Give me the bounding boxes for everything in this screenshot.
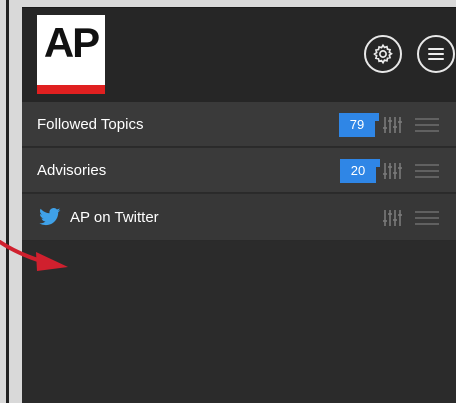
list-item-followed-topics[interactable]: Followed Topics 79 bbox=[22, 102, 456, 147]
count-badge: 79 bbox=[339, 113, 379, 137]
annotation-arrow-icon bbox=[0, 240, 68, 271]
count-value: 20 bbox=[350, 163, 366, 178]
drag-handle-icon[interactable] bbox=[415, 117, 439, 133]
logo-red-bar bbox=[37, 85, 105, 94]
row-label: AP on Twitter bbox=[70, 209, 159, 226]
filter-sliders-icon[interactable] bbox=[382, 162, 402, 180]
empty-content-area bbox=[22, 241, 456, 403]
list-item-advisories[interactable]: Advisories 20 bbox=[22, 148, 456, 193]
ap-sidebar-panel: AP Followed Topics 79 Advisories 20 AP o… bbox=[22, 7, 456, 403]
gear-icon bbox=[373, 43, 393, 65]
window-edge bbox=[6, 0, 9, 403]
settings-button[interactable] bbox=[364, 35, 402, 73]
list-item-ap-on-twitter[interactable]: AP on Twitter bbox=[22, 194, 456, 241]
hamburger-menu-icon bbox=[428, 48, 444, 60]
row-label: Followed Topics bbox=[37, 116, 144, 133]
menu-button[interactable] bbox=[417, 35, 455, 73]
filter-sliders-icon[interactable] bbox=[382, 209, 402, 227]
filter-sliders-icon[interactable] bbox=[382, 116, 402, 134]
badge-notch bbox=[375, 113, 379, 121]
logo-text: AP bbox=[43, 19, 100, 66]
drag-handle-icon[interactable] bbox=[415, 163, 439, 179]
ap-logo[interactable]: AP bbox=[37, 15, 105, 94]
count-value: 79 bbox=[349, 117, 365, 132]
drag-handle-icon[interactable] bbox=[415, 210, 439, 226]
panel-header: AP bbox=[22, 8, 456, 102]
twitter-bird-icon bbox=[39, 208, 61, 226]
badge-notch bbox=[376, 159, 380, 167]
row-label: Advisories bbox=[37, 162, 107, 179]
count-badge: 20 bbox=[340, 159, 380, 183]
